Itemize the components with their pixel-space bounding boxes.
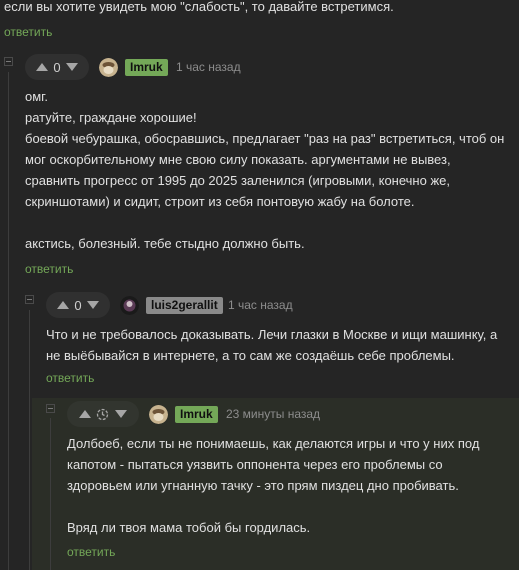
- comment-line: здоровьем или угнанную тачку - это прям …: [67, 478, 459, 493]
- downvote-icon[interactable]: [65, 63, 78, 71]
- pending-clock-icon: [96, 408, 109, 421]
- username-badge[interactable]: Imruk: [125, 59, 168, 76]
- avatar[interactable]: [120, 296, 139, 315]
- downvote-icon[interactable]: [115, 410, 128, 418]
- thread-line: [50, 418, 51, 570]
- comment-line: акстись, болезный. тебе стыдно должно бы…: [25, 236, 305, 251]
- rating-control: 0: [46, 292, 110, 318]
- reply-link[interactable]: ответить: [4, 25, 52, 39]
- collapse-toggle[interactable]: [46, 404, 55, 413]
- upvote-icon[interactable]: [36, 63, 49, 71]
- comment-line: сравнить прогресс от 1995 до 2025 залени…: [25, 173, 450, 188]
- score: 0: [74, 297, 82, 313]
- downvote-icon[interactable]: [86, 301, 99, 309]
- parent-comment-text: если вы хотите увидеть мою "слабость", т…: [4, 0, 394, 14]
- rating-control: [67, 401, 139, 427]
- comment-line: мог оскорбительному мне свою силу показа…: [25, 152, 451, 167]
- comment-line: скриншотами) и сидит, строит из себя пон…: [25, 194, 415, 209]
- comment-line: капотом - пытаться уязвить оппонента чер…: [67, 457, 443, 472]
- comment-line: боевой чебурашка, обосравшись, предлагае…: [25, 131, 505, 146]
- comment-time[interactable]: 23 минуты назад: [226, 407, 320, 421]
- thread-line: [29, 310, 30, 570]
- comment-line: ратуйте, граждане хорошие!: [25, 110, 197, 125]
- score: 0: [53, 59, 61, 75]
- collapse-toggle[interactable]: [25, 295, 34, 304]
- upvote-icon[interactable]: [57, 301, 70, 309]
- comment-time[interactable]: 1 час назад: [228, 298, 293, 312]
- upvote-icon[interactable]: [78, 410, 91, 418]
- comment-time[interactable]: 1 час назад: [176, 60, 241, 74]
- collapse-toggle[interactable]: [4, 57, 13, 66]
- avatar[interactable]: [99, 58, 118, 77]
- comment-line: Долбоеб, если ты не понимаешь, как делаю…: [67, 436, 480, 451]
- comment-line: не выёбывайся в интернете, а то сам же с…: [46, 348, 455, 363]
- username-badge[interactable]: luis2gerallit: [146, 297, 223, 314]
- rating-control: 0: [25, 54, 89, 80]
- reply-link[interactable]: ответить: [46, 371, 94, 385]
- comment-line: омг.: [25, 89, 48, 104]
- comment-line: Вряд ли твоя мама тобой бы гордилась.: [67, 520, 311, 535]
- avatar[interactable]: [149, 405, 168, 424]
- username-badge[interactable]: Imruk: [175, 406, 218, 423]
- reply-link[interactable]: ответить: [67, 545, 115, 559]
- thread-line: [8, 72, 9, 570]
- reply-link[interactable]: ответить: [25, 262, 73, 276]
- comment-line: Что и не требовалось доказывать. Лечи гл…: [46, 327, 498, 342]
